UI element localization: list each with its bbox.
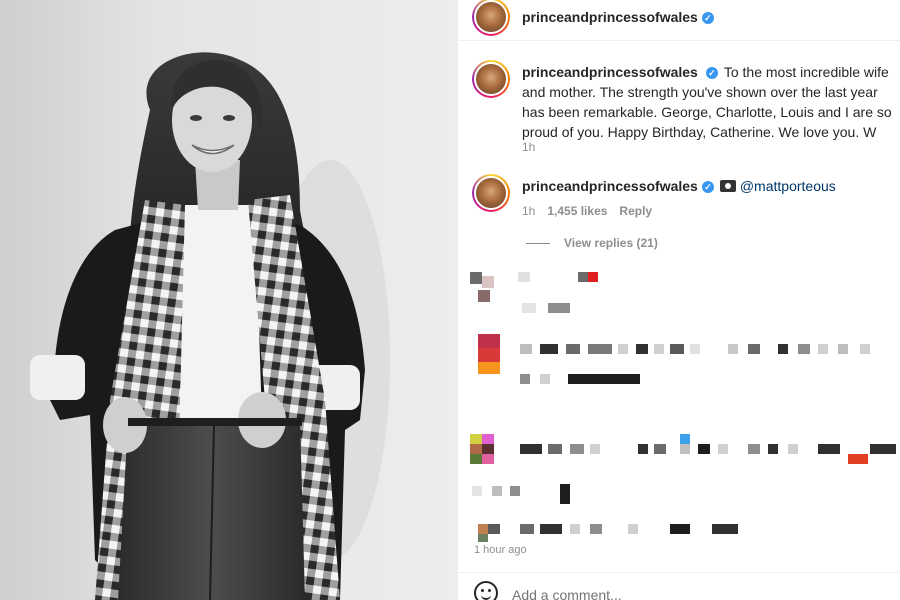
reply-button[interactable]: Reply bbox=[619, 204, 652, 218]
view-replies-label: View replies (21) bbox=[564, 236, 658, 250]
view-replies-button[interactable]: View replies (21) bbox=[526, 236, 658, 250]
comment-username[interactable]: princeandprincessofwales bbox=[522, 178, 698, 194]
comment-likes[interactable]: 1,455 likes bbox=[547, 204, 607, 218]
post-time-ago: 1 hour ago bbox=[474, 544, 527, 556]
caption-username[interactable]: princeandprincessofwales bbox=[522, 64, 698, 80]
owner-comment: princeandprincessofwales ✓ @mattporteous bbox=[522, 176, 836, 196]
verified-badge-icon: ✓ bbox=[701, 12, 714, 24]
comment-avatar[interactable] bbox=[472, 174, 510, 212]
post-photo-illustration bbox=[30, 52, 390, 600]
smiley-icon[interactable] bbox=[474, 581, 498, 600]
caption-meta: 1h bbox=[522, 140, 547, 154]
caption-time[interactable]: 1h bbox=[522, 140, 535, 154]
verified-badge-icon: ✓ bbox=[701, 181, 714, 193]
camera-icon bbox=[719, 180, 736, 192]
caption: princeandprincessofwales ✓ To the most inc… bbox=[522, 62, 892, 142]
header-divider bbox=[458, 40, 900, 41]
post-photo[interactable] bbox=[0, 0, 458, 600]
mention-link[interactable]: @mattporteous bbox=[740, 178, 836, 194]
caption-avatar[interactable] bbox=[472, 60, 510, 98]
header-username[interactable]: princeandprincessofwales bbox=[522, 9, 698, 25]
replies-line bbox=[526, 243, 550, 245]
comment-bar bbox=[458, 572, 900, 600]
header-avatar[interactable] bbox=[472, 0, 510, 36]
comment-input[interactable] bbox=[512, 587, 812, 600]
post-header: princeandprincessofwales ✓ bbox=[458, 0, 900, 36]
comment-time[interactable]: 1h bbox=[522, 204, 535, 218]
verified-badge-icon: ✓ bbox=[705, 67, 718, 79]
post-details-panel: princeandprincessofwales ✓ princeandprinc… bbox=[458, 0, 900, 600]
comment-meta: 1h 1,455 likes Reply bbox=[522, 204, 664, 218]
